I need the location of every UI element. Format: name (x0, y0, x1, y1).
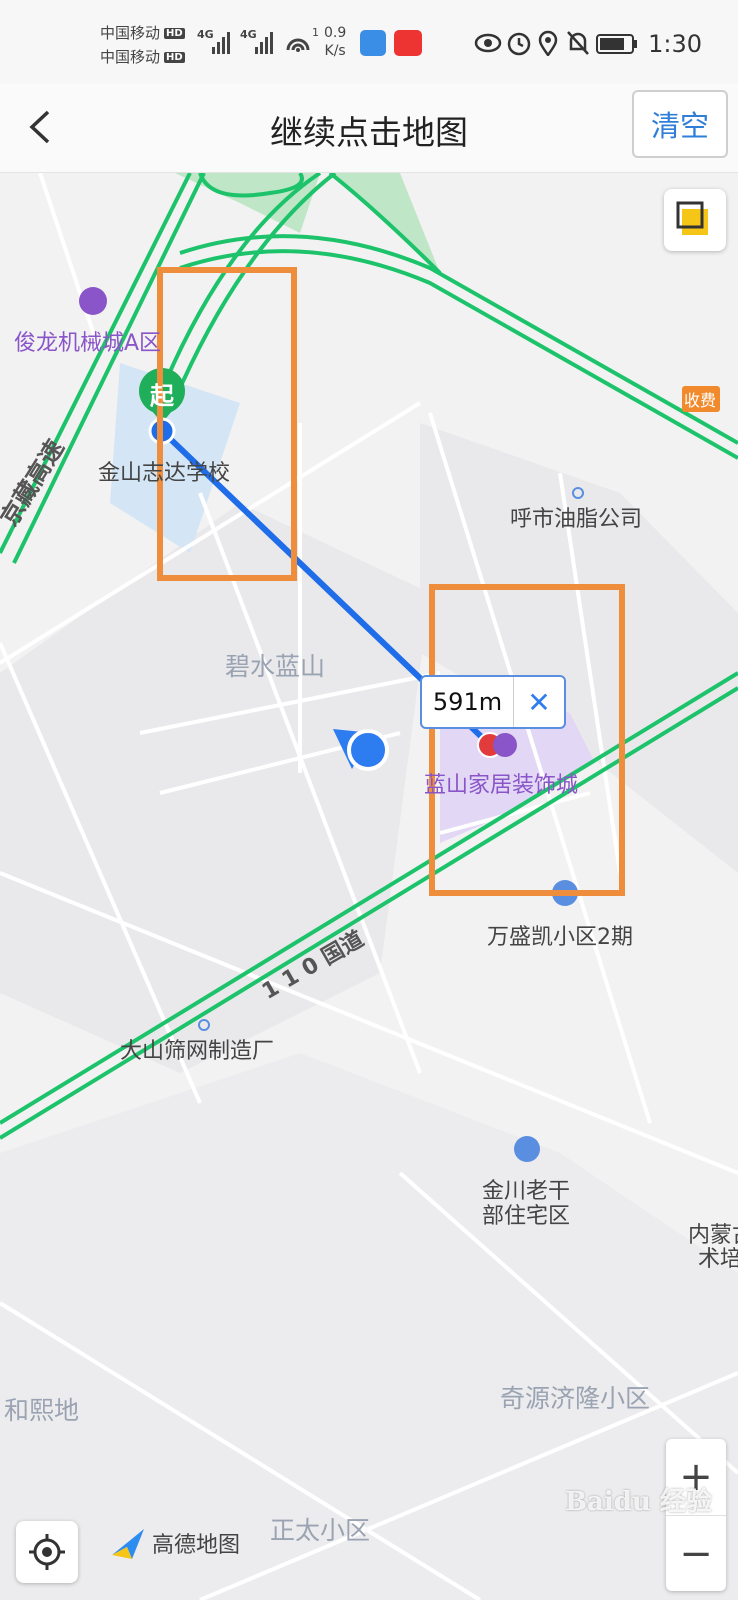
poi-label[interactable]: 术培 (698, 1241, 738, 1273)
map-view[interactable]: 俊龙机械城A区 金山志达学校 京藏高速 呼市油脂公司 碧水蓝山 蓝山家居装饰城 … (0, 173, 738, 1600)
locate-button[interactable] (16, 1521, 78, 1583)
brand-logo: 高德地图 (110, 1525, 240, 1561)
start-marker-label: 起 (150, 382, 174, 410)
location-icon (538, 30, 558, 56)
clear-button[interactable]: 清空 (632, 90, 728, 158)
close-icon[interactable]: ✕ (514, 677, 564, 727)
toll-label: 收费 (684, 391, 717, 410)
poi-label[interactable]: 大山筛网制造厂 (120, 1033, 274, 1065)
poi-label[interactable]: 俊龙机械城A区 (14, 325, 161, 357)
mute-icon (567, 31, 589, 55)
net-speed: 0.9 K/s (324, 25, 347, 59)
distance-value: 591m (422, 677, 514, 727)
sina-icon (394, 30, 422, 56)
title-bar: 继续点击地图 清空 (0, 84, 738, 173)
network-type-1: 4G (197, 28, 214, 41)
area-label: 奇源济隆小区 (500, 1384, 651, 1413)
poi-label[interactable]: 部住宅区 (482, 1198, 570, 1230)
network-type-2: 4G (240, 28, 257, 41)
hotspot-icon (286, 38, 310, 52)
crosshair-icon (29, 1534, 65, 1570)
eye-icon (474, 33, 502, 53)
area-label: 正太小区 (270, 1516, 371, 1545)
distance-bubble: 591m ✕ (420, 675, 566, 729)
carrier-2: 中国移动 HD (100, 48, 185, 66)
watermark: Baidu 经验 (565, 1487, 712, 1517)
alarm-icon (507, 32, 531, 56)
layers-icon (676, 201, 708, 235)
layers-button[interactable] (664, 189, 726, 251)
battery-icon (596, 34, 637, 54)
carrier-1: 中国移动 HD (100, 24, 185, 42)
app-notification-icon (360, 30, 386, 56)
poi-label[interactable]: 万盛凯小区2期 (487, 919, 633, 951)
page-title: 继续点击地图 (270, 113, 468, 152)
amap-logo-icon (112, 1529, 144, 1559)
zoom-out-button[interactable]: − (666, 1515, 726, 1592)
hotspot-count: 1 (312, 26, 319, 39)
area-label: 碧水蓝山 (225, 652, 326, 681)
poi-label[interactable]: 蓝山家居装饰城 (424, 767, 578, 799)
status-time: 1:30 (648, 30, 702, 58)
status-bar: 中国移动 HD 中国移动 HD 4G 4G 1 0.9 K/s 1:30 (0, 0, 738, 84)
poi-label[interactable]: 呼市油脂公司 (510, 501, 642, 533)
poi-label[interactable]: 金山志达学校 (98, 455, 230, 487)
area-label: 和熙地 (4, 1396, 80, 1425)
